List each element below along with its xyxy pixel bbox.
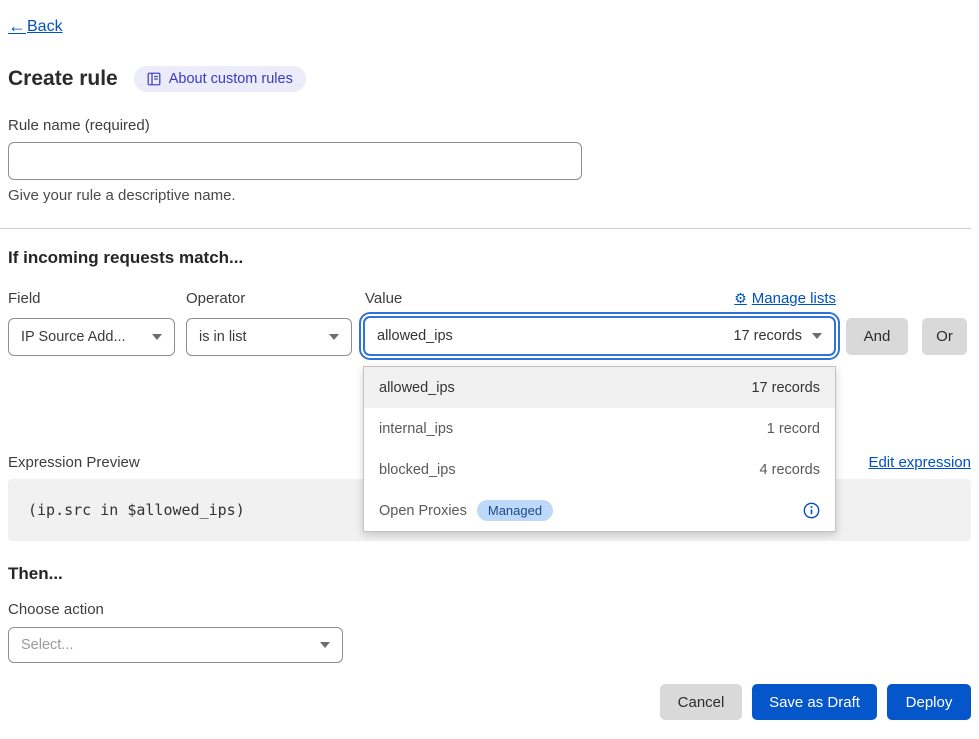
cancel-button[interactable]: Cancel — [660, 684, 742, 720]
back-arrow-icon: ← — [8, 16, 26, 37]
page-header: Create rule About custom rules — [8, 66, 306, 92]
about-badge-label: About custom rules — [169, 71, 293, 87]
chevron-down-icon — [329, 334, 339, 340]
operator-select-value: is in list — [199, 329, 247, 345]
managed-badge: Managed — [477, 500, 553, 521]
back-label: Back — [27, 18, 63, 36]
list-option-internal-ips[interactable]: internal_ips 1 record — [364, 408, 835, 449]
info-icon[interactable] — [803, 502, 820, 519]
operator-select[interactable]: is in list — [186, 318, 352, 356]
then-heading: Then... — [8, 564, 63, 584]
choose-action-label: Choose action — [8, 601, 104, 618]
gear-icon: ⚙ — [734, 290, 747, 307]
value-select-value: allowed_ips — [377, 328, 453, 344]
list-option-allowed-ips[interactable]: allowed_ips 17 records — [364, 367, 835, 408]
list-option-records: 1 record — [767, 421, 820, 437]
list-option-name: allowed_ips — [379, 380, 455, 396]
deploy-button[interactable]: Deploy — [887, 684, 971, 720]
section-divider — [0, 228, 971, 229]
rule-name-input[interactable] — [8, 142, 582, 180]
field-select-value: IP Source Add... — [21, 329, 126, 345]
chevron-down-icon — [812, 333, 822, 339]
operator-label: Operator — [186, 290, 245, 307]
or-button[interactable]: Or — [922, 318, 967, 355]
manage-lists-link[interactable]: ⚙ Manage lists — [734, 290, 836, 307]
match-heading: If incoming requests match... — [8, 248, 243, 268]
list-option-open-proxies[interactable]: Open Proxies Managed — [364, 490, 835, 531]
list-option-records: 4 records — [760, 462, 820, 478]
chevron-down-icon — [152, 334, 162, 340]
value-select-records: 17 records — [733, 328, 802, 344]
manage-lists-label: Manage lists — [752, 290, 836, 307]
about-custom-rules-link[interactable]: About custom rules — [134, 66, 306, 92]
field-select[interactable]: IP Source Add... — [8, 318, 175, 356]
field-label: Field — [8, 290, 41, 307]
edit-expression-link[interactable]: Edit expression — [868, 454, 971, 471]
and-button[interactable]: And — [846, 318, 908, 355]
action-select-placeholder: Select... — [21, 637, 73, 653]
book-icon — [147, 72, 161, 86]
list-option-name: Open Proxies — [379, 503, 467, 519]
lists-dropdown-panel: allowed_ips 17 records internal_ips 1 re… — [363, 366, 836, 532]
chevron-down-icon — [320, 642, 330, 648]
list-option-name: blocked_ips — [379, 462, 456, 478]
list-option-blocked-ips[interactable]: blocked_ips 4 records — [364, 449, 835, 490]
page-title: Create rule — [8, 67, 118, 91]
value-label: Value — [365, 290, 402, 307]
expression-preview-label: Expression Preview — [8, 454, 140, 471]
rule-name-label: Rule name (required) — [8, 117, 150, 134]
list-option-name: internal_ips — [379, 421, 453, 437]
create-rule-page: ←Back Create rule About custom rules Rul… — [0, 0, 979, 739]
value-select[interactable]: allowed_ips 17 records — [363, 316, 836, 356]
save-as-draft-button[interactable]: Save as Draft — [752, 684, 877, 720]
rule-name-helper: Give your rule a descriptive name. — [8, 187, 236, 204]
action-select[interactable]: Select... — [8, 627, 343, 663]
back-link[interactable]: ←Back — [8, 16, 63, 37]
list-option-records: 17 records — [751, 380, 820, 396]
expression-code: (ip.src in $allowed_ips) — [28, 501, 245, 519]
